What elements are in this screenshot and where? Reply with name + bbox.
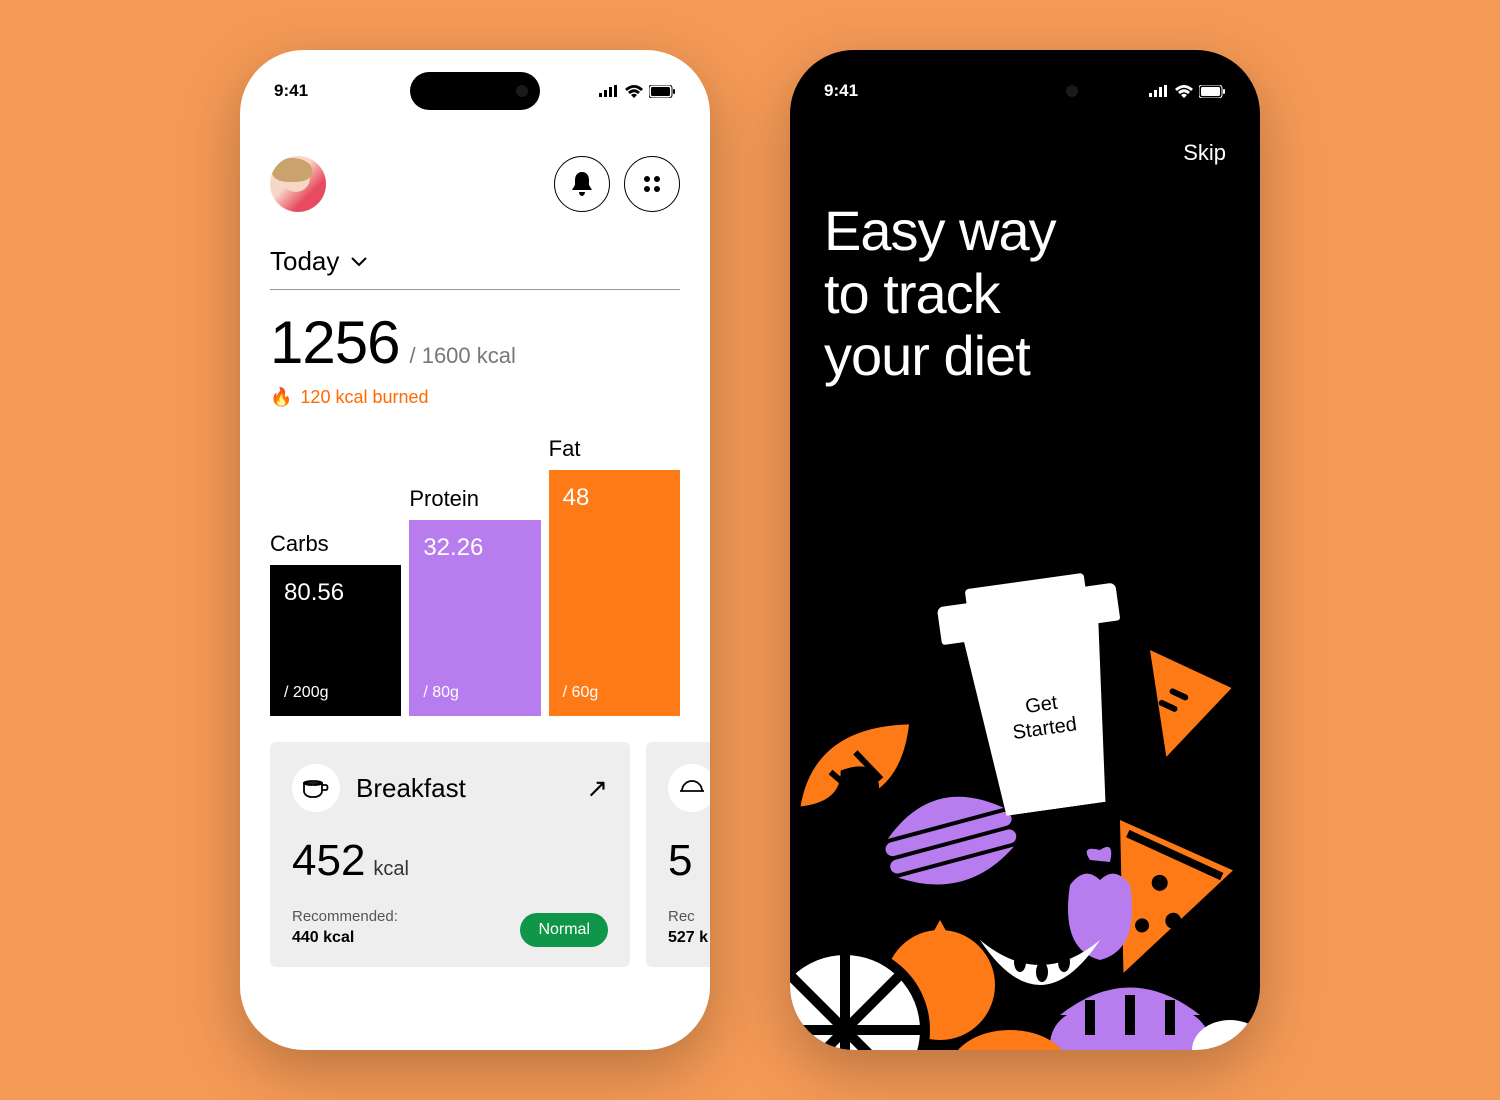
macro-protein-title: Protein: [409, 486, 540, 512]
hero-line-1: Easy way: [824, 200, 1056, 263]
meal-rec-label: Recommended:: [292, 908, 398, 925]
battery-icon: [1199, 85, 1226, 98]
date-label: Today: [270, 246, 339, 277]
macro-carbs-goal: / 200g: [284, 684, 387, 702]
status-icons: [1149, 85, 1226, 98]
status-badge: Normal: [520, 913, 608, 947]
macro-fat[interactable]: Fat 48 / 60g: [549, 436, 680, 716]
battery-icon: [649, 85, 676, 98]
menu-button[interactable]: [624, 156, 680, 212]
onboarding-phone: 9:41 Skip Easy way to track your diet: [790, 50, 1260, 1050]
meal-rec-label-partial: Rec: [668, 908, 708, 925]
meal-kcal-unit: kcal: [373, 858, 409, 881]
burned-text: 120 kcal burned: [300, 387, 428, 408]
meal-kcal-value-partial: 5: [668, 836, 692, 886]
meal-cards-row: Breakfast ↗ 452 kcal Recommended: 440 kc…: [270, 742, 680, 967]
status-icons: [599, 85, 676, 98]
breakfast-icon-wrap: [292, 764, 340, 812]
dish-icon: [678, 779, 706, 797]
wifi-icon: [1175, 85, 1193, 98]
macro-protein-goal: / 80g: [423, 684, 526, 702]
cellular-icon: [599, 85, 619, 97]
wifi-icon: [625, 85, 643, 98]
meal-title: Breakfast: [356, 773, 570, 804]
macro-fat-title: Fat: [549, 436, 680, 462]
hero-line-3: your diet: [824, 325, 1056, 388]
status-time: 9:41: [824, 81, 858, 101]
dynamic-island: [410, 72, 540, 110]
status-time: 9:41: [274, 81, 308, 101]
croissant-icon: [790, 716, 926, 816]
meal-kcal-value: 452: [292, 836, 365, 886]
bell-icon: [571, 172, 593, 196]
kcal-goal: / 1600 kcal: [409, 343, 515, 369]
hero-headline: Easy way to track your diet: [824, 200, 1056, 388]
get-started-button[interactable]: Get Started: [935, 569, 1145, 822]
skip-button[interactable]: Skip: [1183, 140, 1226, 166]
meal-rec-value: 440 kcal: [292, 929, 398, 947]
avatar[interactable]: [270, 156, 326, 212]
date-selector[interactable]: Today: [270, 246, 680, 290]
macro-protein[interactable]: Protein 32.26 / 80g: [409, 486, 540, 716]
notifications-button[interactable]: [554, 156, 610, 212]
dashboard-phone: 9:41 Today 1256 / 1600 kcal: [240, 50, 710, 1050]
meal-card-next[interactable]: 5 Rec 527 k: [646, 742, 710, 967]
cta-line-1: Get: [1024, 692, 1059, 718]
macro-carbs-value: 80.56: [284, 579, 387, 607]
cellular-icon: [1149, 85, 1169, 97]
chevron-down-icon: [351, 257, 367, 267]
arrow-icon: ↗: [586, 773, 608, 804]
macro-carbs-title: Carbs: [270, 531, 401, 557]
meal-card-breakfast[interactable]: Breakfast ↗ 452 kcal Recommended: 440 kc…: [270, 742, 630, 967]
kcal-current: 1256: [270, 308, 399, 377]
meal-rec-value-partial: 527 k: [668, 929, 708, 947]
burned-row: 🔥 120 kcal burned: [270, 387, 680, 408]
macro-fat-value: 48: [563, 484, 666, 512]
food-illustration: Get Started: [790, 550, 1260, 1050]
app-header: [270, 156, 680, 212]
macro-fat-goal: / 60g: [563, 684, 666, 702]
cta-line-2: Started: [1011, 713, 1078, 744]
grid-icon: [642, 174, 662, 194]
dynamic-island: [960, 72, 1090, 110]
hero-line-2: to track: [824, 263, 1056, 326]
macro-chart: Carbs 80.56 / 200g Protein 32.26 / 80g F…: [270, 436, 680, 716]
bread-icon: [1050, 988, 1210, 1051]
macro-protein-value: 32.26: [423, 534, 526, 562]
lunch-icon-wrap: [668, 764, 710, 812]
coffee-cup-icon: [302, 777, 330, 799]
fire-icon: 🔥: [270, 387, 292, 408]
calorie-summary: 1256 / 1600 kcal: [270, 308, 680, 377]
macro-carbs[interactable]: Carbs 80.56 / 200g: [270, 531, 401, 716]
